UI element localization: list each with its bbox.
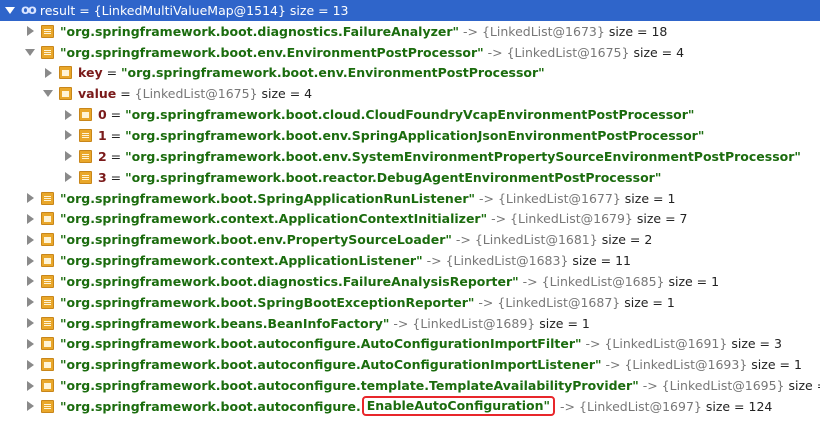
expand-toggle-icon[interactable]: [42, 67, 54, 79]
field-icon: [79, 170, 92, 184]
expand-toggle-icon[interactable]: [24, 338, 36, 350]
field-icon: [41, 358, 54, 372]
tree-row-entry[interactable]: "org.springframework.boot.SpringBootExce…: [0, 292, 820, 313]
tree-row-entry[interactable]: "org.springframework.boot.autoconfigure.…: [0, 375, 820, 396]
tree-row-entry[interactable]: "org.springframework.boot.diagnostics.Fa…: [0, 271, 820, 292]
tree-row-list-item[interactable]: 1 = "org.springframework.boot.env.Spring…: [0, 125, 820, 146]
debugger-variables-tree: oo result = {LinkedMultiValueMap@1514} s…: [0, 0, 820, 417]
tree-row-entry[interactable]: "org.springframework.boot.env.PropertySo…: [0, 229, 820, 250]
root-label: result: [39, 2, 76, 18]
expand-toggle-icon[interactable]: [4, 4, 16, 16]
tree-row-entry-expanded[interactable]: "org.springframework.boot.env.Environmen…: [0, 42, 820, 63]
expand-toggle-icon[interactable]: [24, 400, 36, 412]
tree-row-entry[interactable]: "org.springframework.boot.autoconfigure.…: [0, 334, 820, 355]
tree-row-entry[interactable]: "org.springframework.boot.SpringApplicat…: [0, 188, 820, 209]
field-icon: [59, 87, 72, 101]
field-icon: [79, 128, 92, 142]
field-icon: [41, 337, 54, 351]
tree-row-entry[interactable]: "org.springframework.context.Application…: [0, 208, 820, 229]
expand-toggle-icon[interactable]: [62, 150, 74, 162]
tree-row-list-item[interactable]: 0 = "org.springframework.boot.cloud.Clou…: [0, 104, 820, 125]
tree-row-list-item[interactable]: 3 = "org.springframework.boot.reactor.De…: [0, 167, 820, 188]
expand-toggle-icon[interactable]: [24, 296, 36, 308]
tree-row-value[interactable]: value = {LinkedList@1675} size = 4: [0, 83, 820, 104]
field-icon: [41, 399, 54, 413]
field-icon: [41, 191, 54, 205]
expand-toggle-icon[interactable]: [24, 380, 36, 392]
field-icon: [41, 24, 54, 38]
expand-toggle-icon[interactable]: [24, 275, 36, 287]
field-icon: [59, 66, 72, 80]
expand-toggle-icon[interactable]: [62, 109, 74, 121]
field-icon: [41, 45, 54, 59]
tree-row-list-item[interactable]: 2 = "org.springframework.boot.env.System…: [0, 146, 820, 167]
tree-row-entry[interactable]: "org.springframework.boot.diagnostics.Fa…: [0, 21, 820, 42]
tree-row-entry[interactable]: "org.springframework.boot.autoconfigure.…: [0, 354, 820, 375]
field-icon: [41, 233, 54, 247]
expand-toggle-icon[interactable]: [42, 88, 54, 100]
expand-toggle-icon[interactable]: [24, 234, 36, 246]
root-size: size = 13: [289, 2, 349, 18]
root-type: {LinkedMultiValueMap@1514}: [93, 2, 286, 18]
tree-row-result[interactable]: oo result = {LinkedMultiValueMap@1514} s…: [0, 0, 820, 21]
watch-oo-icon: oo: [21, 2, 37, 18]
expand-toggle-icon[interactable]: [62, 171, 74, 183]
field-icon: [41, 274, 54, 288]
field-icon: [41, 212, 54, 226]
expand-toggle-icon[interactable]: [62, 129, 74, 141]
expand-toggle-icon[interactable]: [24, 192, 36, 204]
field-icon: [79, 149, 92, 163]
tree-row-entry[interactable]: "org.springframework.beans.BeanInfoFacto…: [0, 313, 820, 334]
expand-toggle-icon[interactable]: [24, 359, 36, 371]
tree-row-entry-enable-auto-configuration[interactable]: "org.springframework.boot.autoconfigure.…: [0, 396, 820, 417]
field-icon: [79, 108, 92, 122]
tree-row-entry[interactable]: "org.springframework.context.Application…: [0, 250, 820, 271]
expand-toggle-icon[interactable]: [24, 213, 36, 225]
tree-row-key[interactable]: key = "org.springframework.boot.env.Envi…: [0, 63, 820, 84]
highlight-box: EnableAutoConfiguration": [361, 396, 556, 417]
field-icon: [41, 254, 54, 268]
field-icon: [41, 379, 54, 393]
expand-toggle-icon[interactable]: [24, 25, 36, 37]
expand-toggle-icon[interactable]: [24, 46, 36, 58]
expand-toggle-icon[interactable]: [24, 255, 36, 267]
field-icon: [41, 295, 54, 309]
expand-toggle-icon[interactable]: [24, 317, 36, 329]
field-icon: [41, 316, 54, 330]
